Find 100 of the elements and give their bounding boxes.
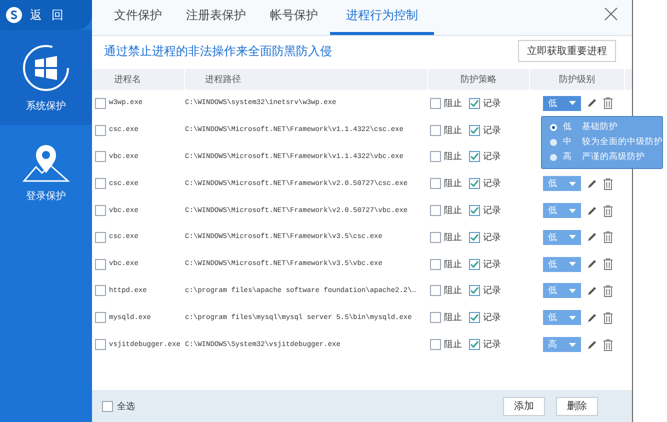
- footer-button[interactable]: 添加: [503, 396, 545, 416]
- trash-icon[interactable]: [603, 258, 613, 270]
- trash-icon[interactable]: [603, 231, 613, 244]
- level-dropdown[interactable]: 低: [543, 230, 581, 245]
- block-label: 阻止: [444, 96, 462, 110]
- shield-logo-icon: [6, 7, 22, 23]
- block-label: 阻止: [444, 124, 462, 137]
- block-label: 阻止: [444, 204, 462, 218]
- checkbox[interactable]: [95, 124, 106, 136]
- checkbox[interactable]: [430, 339, 441, 350]
- fetch-processes-button[interactable]: 立即获取重要进程: [518, 40, 616, 62]
- footer-button[interactable]: 删除: [556, 396, 598, 416]
- checkbox[interactable]: [95, 285, 106, 296]
- record-label: 记录: [483, 177, 501, 190]
- edit-icon[interactable]: [587, 178, 597, 189]
- record-label: 记录: [483, 258, 501, 271]
- checkbox[interactable]: [430, 98, 441, 109]
- trash-icon[interactable]: [603, 284, 613, 297]
- checkbox[interactable]: [469, 312, 480, 324]
- sidebar-item[interactable]: 系统保护: [0, 30, 92, 125]
- checkbox[interactable]: [469, 124, 480, 136]
- record-label: 记录: [483, 338, 501, 352]
- checkbox[interactable]: [430, 232, 441, 243]
- tab[interactable]: 帐号保护: [258, 7, 330, 35]
- checkbox[interactable]: [95, 98, 106, 109]
- column-header: 防护级别: [530, 69, 625, 90]
- checkbox[interactable]: [95, 339, 106, 350]
- trash-icon[interactable]: [603, 204, 613, 217]
- record-label: 记录: [483, 311, 501, 324]
- level-option[interactable]: 高 严谨的高级防护: [542, 150, 662, 165]
- checkbox[interactable]: [469, 339, 480, 350]
- tab[interactable]: 文件保护: [102, 7, 174, 35]
- tab[interactable]: 进程行为控制: [330, 7, 434, 35]
- level-dropdown[interactable]: 高: [543, 337, 581, 352]
- level-dropdown[interactable]: 低: [543, 176, 581, 192]
- checkbox[interactable]: [430, 285, 441, 296]
- record-label: 记录: [483, 124, 501, 137]
- record-label: 记录: [483, 150, 501, 164]
- trash-icon[interactable]: [603, 338, 613, 351]
- description-text: 通过禁止进程的非法操作来全面防黑防入侵: [104, 42, 332, 60]
- checkbox[interactable]: [430, 205, 441, 216]
- checkbox[interactable]: [95, 178, 106, 190]
- record-label: 记录: [483, 230, 501, 244]
- trash-icon[interactable]: [603, 178, 613, 190]
- checkbox[interactable]: [95, 258, 106, 270]
- checkbox[interactable]: [469, 258, 480, 270]
- map-pin-icon: [22, 142, 70, 182]
- checkbox[interactable]: [469, 178, 480, 190]
- block-label: 阻止: [444, 284, 462, 298]
- edit-icon[interactable]: [587, 286, 597, 296]
- close-icon[interactable]: [604, 7, 618, 21]
- edit-icon[interactable]: [587, 206, 597, 216]
- level-option[interactable]: 低 基础防护: [542, 120, 662, 135]
- level-dropdown[interactable]: 低: [543, 96, 581, 111]
- block-label: 阻止: [444, 177, 462, 190]
- trash-icon[interactable]: [603, 97, 613, 110]
- checkbox[interactable]: [469, 285, 480, 296]
- column-header: 进程路径: [185, 69, 428, 90]
- checkbox[interactable]: [430, 151, 441, 162]
- block-label: 阻止: [444, 311, 462, 324]
- level-dropdown[interactable]: 低: [543, 283, 581, 298]
- tab[interactable]: 注册表保护: [174, 7, 258, 35]
- record-label: 记录: [483, 96, 501, 110]
- edit-icon[interactable]: [587, 340, 597, 350]
- edit-icon[interactable]: [587, 98, 597, 108]
- record-label: 记录: [483, 284, 501, 298]
- checkbox[interactable]: [430, 178, 441, 190]
- block-label: 阻止: [444, 230, 462, 244]
- radio-button[interactable]: [550, 138, 557, 146]
- radio-button[interactable]: [550, 154, 557, 161]
- checkbox[interactable]: [95, 232, 106, 243]
- block-label: 阻止: [444, 258, 462, 271]
- edit-icon[interactable]: [587, 312, 597, 323]
- column-header: 防护策略: [428, 69, 530, 90]
- checkbox[interactable]: [469, 232, 480, 243]
- sidebar-item[interactable]: 登录保护: [0, 125, 92, 220]
- checkbox[interactable]: [430, 258, 441, 270]
- block-label: 阻止: [444, 150, 462, 164]
- windows-shield-icon: [21, 42, 71, 92]
- checkbox[interactable]: [469, 151, 480, 162]
- checkbox[interactable]: [469, 98, 480, 109]
- radio-button[interactable]: [550, 124, 557, 131]
- checkbox[interactable]: [95, 151, 106, 162]
- block-label: 阻止: [444, 338, 462, 352]
- edit-icon[interactable]: [587, 232, 597, 242]
- checkbox[interactable]: [430, 312, 441, 324]
- checkbox[interactable]: [95, 312, 106, 324]
- trash-icon[interactable]: [603, 312, 613, 324]
- select-all-label[interactable]: 全选: [117, 400, 135, 410]
- level-option[interactable]: 中 较为全面的中级防护: [542, 134, 662, 150]
- record-label: 记录: [483, 204, 501, 218]
- checkbox[interactable]: [469, 205, 480, 216]
- level-dropdown[interactable]: 低: [543, 256, 581, 272]
- checkbox[interactable]: [102, 400, 113, 412]
- checkbox[interactable]: [430, 124, 441, 136]
- level-dropdown[interactable]: 低: [543, 203, 581, 218]
- checkbox[interactable]: [95, 205, 106, 216]
- column-header: 进程名: [92, 69, 185, 90]
- level-dropdown[interactable]: 低: [543, 310, 581, 326]
- edit-icon[interactable]: [587, 259, 597, 270]
